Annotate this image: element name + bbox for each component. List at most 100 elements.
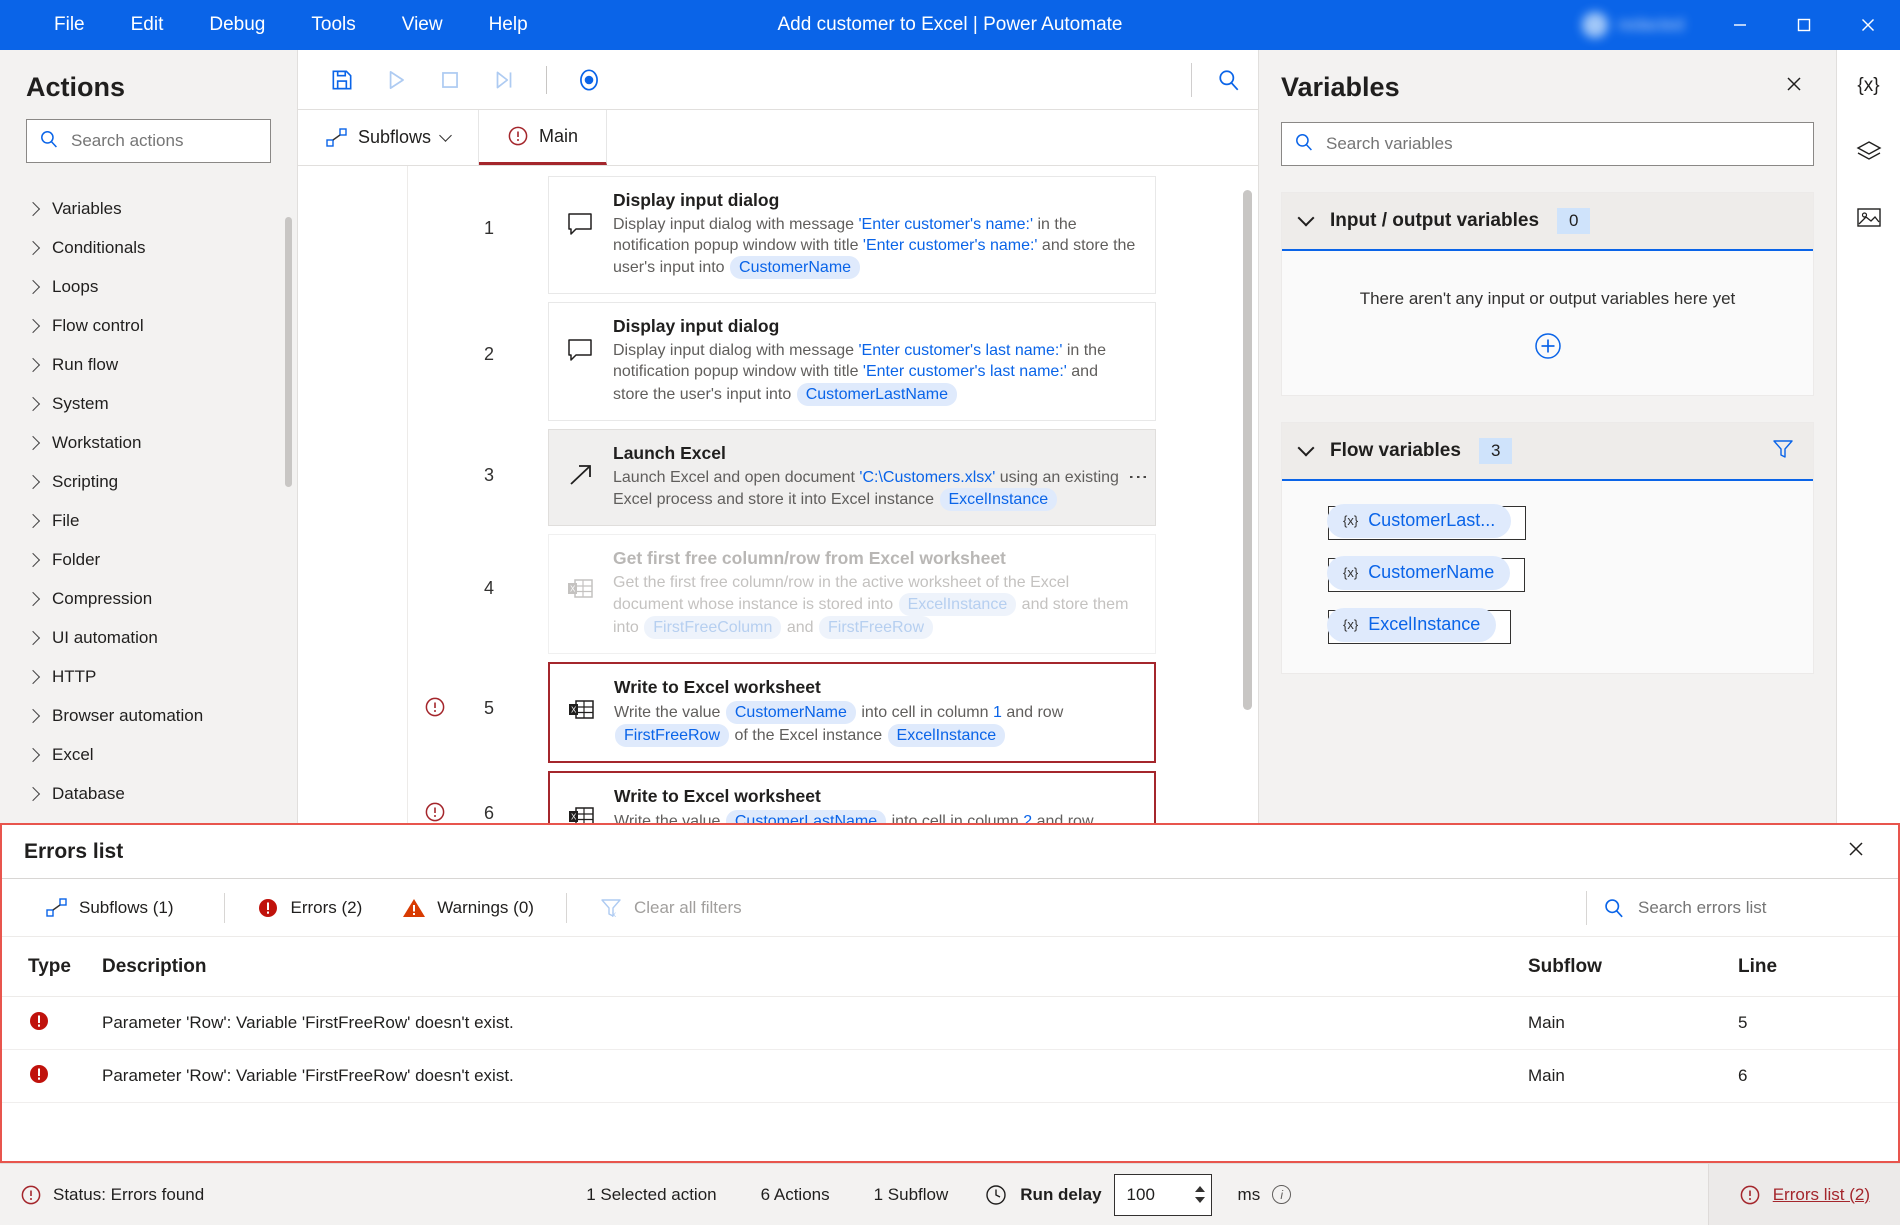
actions-scrollbar[interactable] [285,217,292,487]
status-text: Status: Errors found [53,1185,204,1205]
flow-variables-header[interactable]: Flow variables 3 [1282,423,1813,481]
close-errors-list-button[interactable] [1836,835,1876,869]
rail-variables-button[interactable]: {x} [1846,64,1892,108]
action-category-file[interactable]: File [0,501,297,540]
action-category-http[interactable]: HTTP [0,657,297,696]
search-variables-input[interactable] [1326,134,1801,154]
search-actions-input[interactable] [71,131,258,151]
variable-item[interactable]: {x} ExcelInstance [1282,601,1813,653]
run-delay-stepper[interactable] [1114,1174,1212,1216]
search-icon [39,129,59,154]
action-category-ui-automation[interactable]: UI automation [0,618,297,657]
svg-text:X: X [570,584,576,593]
action-category-conditionals[interactable]: Conditionals [0,228,297,267]
flow-action-card-error[interactable]: X Write to Excel worksheet Write the val… [548,662,1156,763]
action-title: Launch Excel [613,443,1137,464]
input-output-variables-count: 0 [1557,208,1590,234]
action-category-folder[interactable]: Folder [0,540,297,579]
flow-action-card-selected[interactable]: Launch Excel Launch Excel and open docum… [548,429,1156,526]
input-output-variables-header[interactable]: Input / output variables 0 [1282,193,1813,251]
action-category-label: UI automation [52,628,158,648]
toolbar-divider [224,893,225,923]
flow-action-card-disabled[interactable]: X Get first free column/row from Excel w… [548,534,1156,654]
maximize-button[interactable] [1772,0,1836,50]
action-category-scripting[interactable]: Scripting [0,462,297,501]
action-category-browser-automation[interactable]: Browser automation [0,696,297,735]
action-category-run-flow[interactable]: Run flow [0,345,297,384]
action-category-compression[interactable]: Compression [0,579,297,618]
input-output-variables-label: Input / output variables [1330,210,1539,232]
tab-subflows[interactable]: Subflows [298,110,479,165]
clear-all-filters-button[interactable]: x Clear all filters [579,889,762,927]
filter-icon[interactable] [1771,438,1795,465]
chevron-right-icon [26,630,40,644]
menu-item-view[interactable]: View [396,10,449,40]
errors-errors-filter[interactable]: Errors (2) [237,889,382,927]
search-errors-box[interactable] [1603,897,1898,919]
stepper-up-icon[interactable] [1195,1186,1205,1192]
stop-icon [437,67,463,93]
action-category-label: Run flow [52,355,118,375]
stepper-arrows[interactable] [1195,1186,1205,1203]
add-input-output-variable-button[interactable] [1282,331,1813,361]
action-description: Display input dialog with message 'Enter… [613,340,1137,405]
action-category-workstation[interactable]: Workstation [0,423,297,462]
tab-main[interactable]: Main [479,110,607,165]
error-line: 6 [1738,1066,1898,1086]
action-category-label: HTTP [52,667,96,687]
flow-scrollbar[interactable] [1243,190,1252,710]
search-actions-box[interactable] [26,119,271,163]
menu-item-tools[interactable]: Tools [305,10,361,40]
menu-item-help[interactable]: Help [483,10,534,40]
action-category-excel[interactable]: Excel [0,735,297,774]
errors-table-row[interactable]: Parameter 'Row': Variable 'FirstFreeRow'… [2,997,1898,1050]
close-variables-pane-button[interactable] [1774,70,1814,104]
action-category-variables[interactable]: Variables [0,189,297,228]
svg-text:X: X [571,813,577,822]
flow-action-content: Display input dialog Display input dialo… [613,190,1137,279]
variable-item[interactable]: {x} CustomerName [1282,549,1813,601]
info-icon[interactable]: i [1272,1185,1291,1204]
rail-ui-elements-button[interactable] [1846,130,1892,174]
run-delay-input[interactable] [1127,1185,1183,1205]
errors-warnings-filter[interactable]: Warnings (0) [382,889,554,927]
record-icon [575,66,603,94]
action-category-database[interactable]: Database [0,774,297,813]
action-category-system[interactable]: System [0,384,297,423]
stop-button[interactable] [428,60,472,100]
errors-list-status-button[interactable]: Errors list (2) [1708,1164,1900,1225]
errors-list-toolbar: Subflows (1) Errors (2) Warnings (0) [2,879,1898,937]
close-button[interactable] [1836,0,1900,50]
errors-table-row[interactable]: Parameter 'Row': Variable 'FirstFreeRow'… [2,1050,1898,1103]
search-flow-button[interactable] [1200,58,1258,102]
flow-action-card[interactable]: Display input dialog Display input dialo… [548,176,1156,294]
action-category-label: Folder [52,550,100,570]
menu-item-file[interactable]: File [48,10,91,40]
variable-chip[interactable]: {x} CustomerLast... [1327,504,1511,538]
search-errors-input[interactable] [1638,898,1868,918]
flow-action-content: Write to Excel worksheet Write the value… [614,677,1136,747]
menu-item-edit[interactable]: Edit [125,10,170,40]
search-variables-box[interactable] [1281,122,1814,166]
more-options-icon[interactable]: ⋮ [1133,467,1143,487]
flow-action-card[interactable]: Display input dialog Display input dialo… [548,302,1156,420]
recorder-button[interactable] [567,60,611,100]
run-delay-group: Run delay ms i [970,1174,1291,1216]
run-button[interactable] [374,60,418,100]
menu-item-debug[interactable]: Debug [203,10,271,40]
rail-images-button[interactable] [1846,196,1892,240]
errors-subflows-filter[interactable]: Subflows (1) [26,889,212,927]
save-button[interactable] [320,60,364,100]
action-category-loops[interactable]: Loops [0,267,297,306]
variable-chip[interactable]: {x} ExcelInstance [1327,608,1496,642]
error-type-icon [2,1010,102,1037]
stepper-down-icon[interactable] [1195,1197,1205,1203]
minimize-button[interactable] [1708,0,1772,50]
action-category-label: Compression [52,589,152,609]
variable-chip[interactable]: {x} CustomerName [1327,556,1510,590]
variable-item[interactable]: {x} CustomerLast... [1282,497,1813,549]
variables-pane-header: Variables [1259,50,1836,116]
run-next-action-button[interactable] [482,60,526,100]
account-indicator[interactable]: redacted [1582,12,1684,38]
action-category-flow-control[interactable]: Flow control [0,306,297,345]
